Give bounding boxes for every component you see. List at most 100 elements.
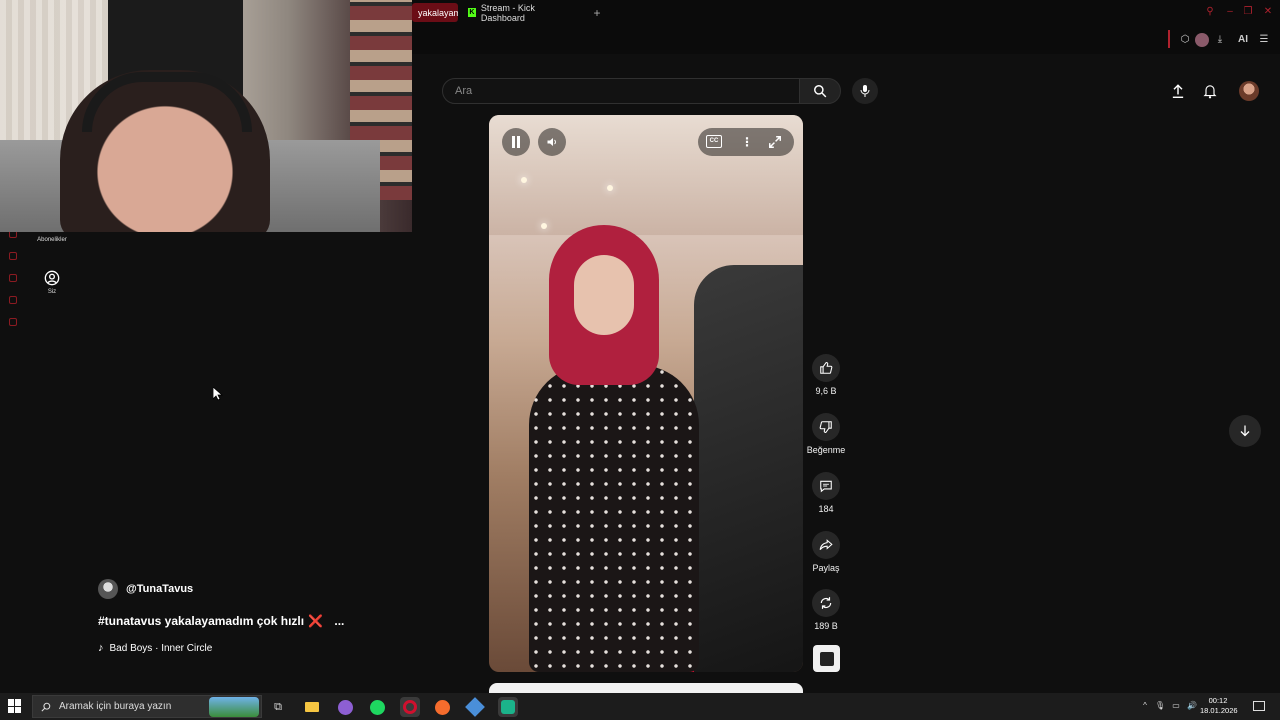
clock-time: 00:12 bbox=[1208, 696, 1228, 705]
origin-icon[interactable] bbox=[432, 697, 452, 717]
fullscreen-icon[interactable] bbox=[768, 135, 782, 149]
network-icon[interactable]: ▭ bbox=[1171, 701, 1181, 711]
dislike-button[interactable]: Beğenme bbox=[806, 413, 846, 455]
like-count: 9,6 B bbox=[815, 386, 837, 396]
ceiling-light bbox=[521, 177, 527, 183]
search-placeholder: Ara bbox=[455, 85, 473, 97]
more-text-button[interactable]: ... bbox=[334, 614, 344, 628]
upload-button[interactable] bbox=[1169, 82, 1187, 100]
webcam-overlay bbox=[0, 0, 412, 232]
short-title[interactable]: #tunatavus yakalayamadım çok hızlı ❌ ... bbox=[98, 614, 344, 628]
taskbar-search-placeholder: Aramak için buraya yazın bbox=[59, 701, 172, 712]
task-view-icon[interactable]: ⧉ bbox=[268, 697, 288, 717]
volume-icon bbox=[547, 138, 556, 146]
comment-count: 184 bbox=[818, 504, 834, 514]
next-short-button[interactable] bbox=[1229, 415, 1261, 447]
next-short-preview[interactable] bbox=[489, 683, 803, 693]
mouse-cursor bbox=[213, 387, 223, 401]
pause-icon bbox=[512, 136, 520, 148]
notifications-button[interactable] bbox=[1201, 82, 1219, 100]
clock-icon[interactable] bbox=[9, 274, 17, 282]
remix-icon bbox=[820, 597, 832, 609]
music-label: Bad Boys · Inner Circle bbox=[109, 642, 213, 654]
search-icon bbox=[814, 85, 827, 98]
tab-label: yakalayam bbox=[418, 7, 458, 18]
volume-button[interactable] bbox=[538, 128, 566, 156]
app-icon[interactable] bbox=[465, 697, 485, 717]
shorts-video-player[interactable]: CC ⋮ bbox=[489, 115, 803, 672]
opera-gx-icon[interactable] bbox=[400, 697, 420, 717]
sidebar-item-you[interactable]: Siz bbox=[28, 270, 76, 295]
more-options-icon[interactable]: ⋮ bbox=[741, 134, 753, 150]
arrow-down-icon bbox=[1240, 425, 1250, 437]
divider bbox=[1168, 30, 1170, 48]
music-icon[interactable] bbox=[9, 296, 17, 304]
taskbar-search-input[interactable]: Aramak için buraya yazın bbox=[32, 695, 262, 718]
man-in-jacket bbox=[694, 265, 803, 672]
search-button[interactable] bbox=[799, 78, 841, 104]
clock-date: 18.01.2026 bbox=[1200, 706, 1238, 715]
thumbs-down-icon bbox=[819, 421, 832, 433]
like-button[interactable]: 9,6 B bbox=[806, 354, 846, 396]
search-highlight-image bbox=[209, 697, 259, 717]
sidebar-item-label: Abonelikler bbox=[37, 237, 67, 243]
windows-start-button[interactable] bbox=[8, 699, 22, 713]
remix-count: 189 B bbox=[814, 621, 838, 631]
search-input[interactable]: Ara bbox=[442, 78, 800, 104]
share-icon bbox=[819, 539, 833, 550]
file-explorer-icon[interactable] bbox=[302, 697, 322, 717]
music-note-icon: ♪ bbox=[98, 642, 104, 654]
music-row[interactable]: ♪ Bad Boys · Inner Circle bbox=[98, 642, 212, 654]
download-icon[interactable]: ⤓ bbox=[1213, 33, 1227, 47]
comments-button[interactable]: 184 bbox=[806, 472, 846, 514]
new-tab-button[interactable]: + bbox=[590, 3, 604, 22]
browser-sidebar-rail bbox=[6, 230, 20, 330]
tab-kick-dashboard[interactable]: K Stream - Kick Dashboard bbox=[462, 3, 586, 23]
thumbs-up-icon bbox=[820, 362, 833, 374]
menu-icon[interactable]: ☰ bbox=[1257, 33, 1271, 47]
settings-icon[interactable] bbox=[9, 318, 17, 326]
spotify-icon[interactable] bbox=[367, 697, 387, 717]
notification-center-icon[interactable] bbox=[1253, 701, 1265, 711]
windows-taskbar: Aramak için buraya yazın ⧉ ^ 🎙 ▭ 🔊 00:12… bbox=[0, 693, 1280, 720]
remix-button[interactable]: 189 B bbox=[806, 589, 846, 631]
search-icon bbox=[41, 702, 51, 712]
short-title-text: #tunatavus yakalayamadım çok hızlı bbox=[98, 614, 305, 628]
extensions-icon[interactable]: ⬡ bbox=[1178, 33, 1192, 47]
share-button[interactable]: Paylaş bbox=[806, 531, 846, 573]
tray-expand-icon[interactable]: ^ bbox=[1140, 701, 1150, 711]
face bbox=[574, 255, 634, 335]
cross-mark-emoji: ❌ bbox=[308, 614, 324, 628]
ai-button[interactable]: AI bbox=[1233, 33, 1253, 47]
avatar[interactable] bbox=[1239, 81, 1259, 101]
share-label: Paylaş bbox=[812, 563, 840, 573]
system-clock[interactable]: 00:12 18.01.2026 bbox=[1200, 696, 1238, 716]
bell-icon bbox=[1203, 85, 1217, 99]
streaming-app-icon[interactable] bbox=[498, 697, 518, 717]
search-tabs-icon[interactable]: ⚲ bbox=[1204, 6, 1216, 18]
minimize-icon[interactable]: – bbox=[1224, 6, 1236, 18]
pause-button[interactable] bbox=[502, 128, 530, 156]
ceiling-light bbox=[607, 185, 613, 191]
upload-icon bbox=[1172, 84, 1184, 98]
maximize-icon[interactable]: ❐ bbox=[1242, 6, 1254, 18]
ceiling-light bbox=[541, 223, 547, 229]
captions-icon[interactable]: CC bbox=[706, 135, 722, 148]
comment-icon bbox=[820, 480, 832, 493]
tab-youtube-short[interactable]: yakalayam bbox=[412, 3, 458, 22]
extensions-icon[interactable] bbox=[9, 252, 17, 260]
sound-source-thumbnail[interactable] bbox=[813, 645, 840, 672]
woman-in-dress bbox=[529, 365, 699, 672]
close-icon[interactable]: ✕ bbox=[1262, 6, 1274, 18]
channel-name[interactable]: @TunaTavus bbox=[126, 583, 193, 595]
discord-icon[interactable] bbox=[335, 697, 355, 717]
album-art-icon bbox=[819, 651, 834, 666]
volume-icon[interactable]: 🔊 bbox=[1187, 701, 1197, 711]
kick-icon: K bbox=[468, 8, 476, 17]
ai-label: AI bbox=[1238, 34, 1248, 45]
voice-search-button[interactable] bbox=[852, 78, 878, 104]
profile-icon[interactable] bbox=[1195, 33, 1209, 47]
youtube-mini-guide: Abonelikler Siz bbox=[28, 222, 76, 312]
microphone-icon[interactable]: 🎙 bbox=[1155, 701, 1165, 711]
channel-avatar[interactable] bbox=[98, 579, 118, 599]
